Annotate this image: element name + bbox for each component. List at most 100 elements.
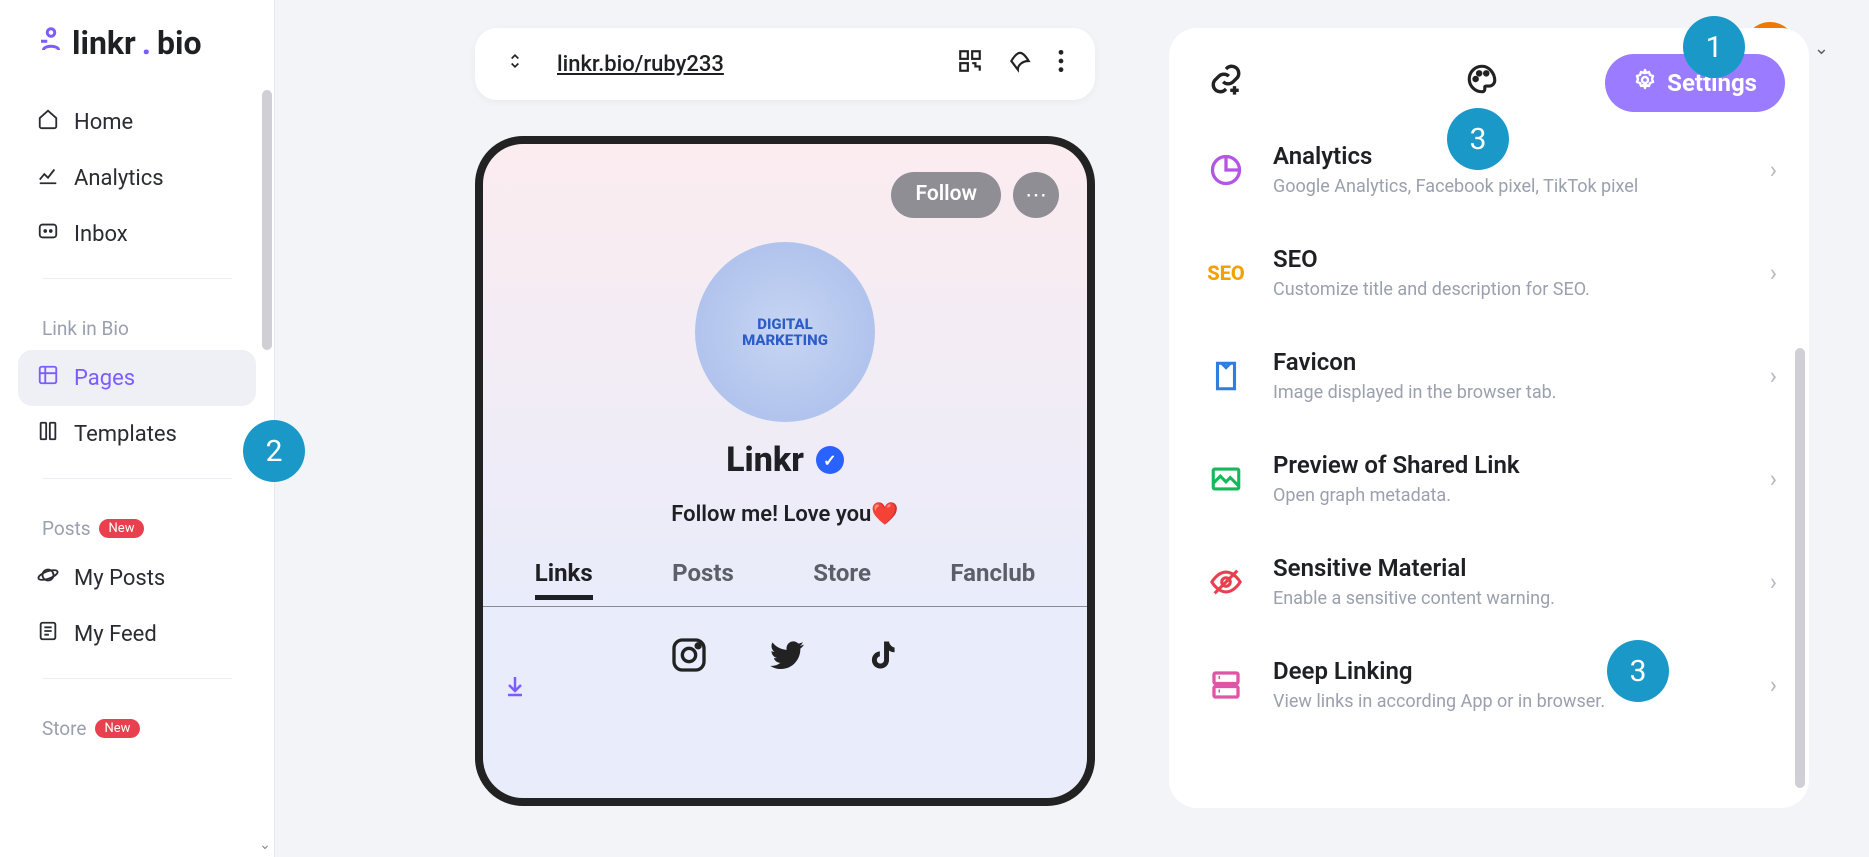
settings-row-sensitive[interactable]: Sensitive Material Enable a sensitive co… xyxy=(1199,530,1783,633)
section-posts: Posts New xyxy=(18,495,256,550)
sidebar-item-my-posts[interactable]: My Posts xyxy=(18,550,256,606)
callout-2: 2 xyxy=(243,420,305,482)
scrollbar[interactable] xyxy=(1793,228,1805,788)
chevron-down-icon[interactable]: ⌄ xyxy=(1814,38,1829,59)
sidebar-item-label: Analytics xyxy=(74,166,164,191)
tab-store[interactable]: Store xyxy=(813,559,871,600)
tiktok-icon[interactable] xyxy=(865,635,901,684)
row-title: Preview of Shared Link xyxy=(1273,451,1744,479)
tab-links[interactable]: Links xyxy=(535,559,593,600)
reorder-icon[interactable] xyxy=(505,49,525,79)
sidebar-item-inbox[interactable]: Inbox xyxy=(18,206,256,262)
sidebar-item-templates[interactable]: Templates xyxy=(18,406,256,462)
chevron-right-icon: › xyxy=(1770,671,1777,699)
verified-icon: ✓ xyxy=(816,446,844,474)
logo-text-pre: linkr xyxy=(72,24,136,62)
chevron-right-icon: › xyxy=(1770,465,1777,493)
more-icon[interactable]: ⋯ xyxy=(1013,172,1059,218)
row-subtitle: View links in according App or in browse… xyxy=(1273,691,1744,712)
divider xyxy=(42,678,232,679)
sidebar-item-label: My Feed xyxy=(74,622,157,647)
logo[interactable]: linkr.bio xyxy=(0,24,274,94)
heart-icon: ❤️ xyxy=(871,502,898,527)
preview-column: linkr.bio/ruby233 Follow ⋯ xyxy=(475,28,1115,829)
sidebar-item-home[interactable]: Home xyxy=(18,94,256,150)
row-title: Sensitive Material xyxy=(1273,554,1744,582)
link-add-icon[interactable] xyxy=(1209,62,1243,104)
profile-name-row: Linkr ✓ xyxy=(483,440,1087,480)
divider xyxy=(42,278,232,279)
sidebar-item-label: Home xyxy=(74,110,133,135)
scrollbar-thumb[interactable] xyxy=(1795,348,1805,788)
logo-text-dot: . xyxy=(142,24,151,62)
sidebar: linkr.bio Home Analytics Inbox xyxy=(0,0,275,857)
settings-row-preview[interactable]: Preview of Shared Link Open graph metada… xyxy=(1199,427,1783,530)
section-label-text: Store xyxy=(42,717,87,740)
palette-icon[interactable] xyxy=(1465,62,1499,104)
row-subtitle: Open graph metadata. xyxy=(1273,485,1744,506)
profile-tagline: Follow me! Love you❤️ xyxy=(483,502,1087,527)
settings-list[interactable]: Analytics Google Analytics, Facebook pix… xyxy=(1199,138,1795,778)
chevron-right-icon: › xyxy=(1770,568,1777,596)
main: R ⌄ linkr.bio/ruby233 xyxy=(275,0,1869,857)
badge-new: New xyxy=(99,519,145,538)
phone-preview: Follow ⋯ DIGITALMARKETING Linkr ✓ Follow… xyxy=(475,136,1095,806)
nav: Home Analytics Inbox Link in Bio xyxy=(0,94,274,857)
seo-icon: SEO xyxy=(1205,252,1247,294)
callout-3b: 3 xyxy=(1607,640,1669,702)
planet-icon xyxy=(36,564,60,592)
qr-icon[interactable] xyxy=(957,48,983,80)
settings-row-deeplinking[interactable]: Deep Linking View links in according App… xyxy=(1199,633,1783,736)
profile-avatar: DIGITALMARKETING xyxy=(695,242,875,422)
page-url[interactable]: linkr.bio/ruby233 xyxy=(557,52,933,77)
row-title: Analytics xyxy=(1273,142,1744,170)
tab-fanclub[interactable]: Fanclub xyxy=(950,559,1035,600)
row-title: Deep Linking xyxy=(1273,657,1744,685)
tab-posts[interactable]: Posts xyxy=(672,559,734,600)
section-link-in-bio: Link in Bio xyxy=(18,295,256,350)
download-icon[interactable] xyxy=(503,673,527,706)
url-bar: linkr.bio/ruby233 xyxy=(475,28,1095,100)
pie-chart-icon xyxy=(1205,149,1247,191)
favicon-icon xyxy=(1205,355,1247,397)
gear-icon xyxy=(1633,68,1657,98)
avatar-illustration-text: DIGITALMARKETING xyxy=(742,316,828,349)
scrollbar-thumb[interactable] xyxy=(262,90,272,350)
twitter-icon[interactable] xyxy=(765,635,809,684)
profile-tabs: Links Posts Store Fanclub xyxy=(483,559,1087,607)
analytics-icon xyxy=(36,164,60,192)
scrollbar-down-icon[interactable]: ⌄ xyxy=(258,837,272,853)
pages-icon xyxy=(36,364,60,392)
templates-icon xyxy=(36,420,60,448)
row-title: SEO xyxy=(1273,245,1744,273)
chevron-right-icon: › xyxy=(1770,362,1777,390)
follow-button[interactable]: Follow xyxy=(891,172,1001,218)
row-subtitle: Enable a sensitive content warning. xyxy=(1273,588,1744,609)
sidebar-item-label: Templates xyxy=(74,422,177,447)
sidebar-item-label: Inbox xyxy=(74,222,128,247)
badge-new: New xyxy=(95,719,141,738)
sidebar-item-label: My Posts xyxy=(74,566,165,591)
sidebar-item-analytics[interactable]: Analytics xyxy=(18,150,256,206)
sidebar-item-pages[interactable]: Pages xyxy=(18,350,256,406)
image-icon xyxy=(1205,458,1247,500)
more-icon[interactable] xyxy=(1057,48,1065,80)
settings-row-seo[interactable]: SEO SEO Customize title and description … xyxy=(1199,221,1783,324)
row-subtitle: Customize title and description for SEO. xyxy=(1273,279,1744,300)
home-icon xyxy=(36,108,60,136)
section-label-text: Posts xyxy=(42,517,91,540)
instagram-icon[interactable] xyxy=(669,635,709,684)
follow-label: Follow xyxy=(915,182,977,206)
sidebar-item-label: Pages xyxy=(74,366,135,391)
inbox-icon xyxy=(36,220,60,248)
settings-row-favicon[interactable]: Favicon Image displayed in the browser t… xyxy=(1199,324,1783,427)
section-store: Store New xyxy=(18,695,256,750)
feed-icon xyxy=(36,620,60,648)
callout-3a: 3 xyxy=(1447,108,1509,170)
chevron-right-icon: › xyxy=(1770,156,1777,184)
divider xyxy=(42,478,232,479)
eye-off-icon xyxy=(1205,561,1247,603)
sidebar-item-my-feed[interactable]: My Feed xyxy=(18,606,256,662)
logo-icon xyxy=(36,25,66,62)
share-icon[interactable] xyxy=(1007,48,1033,80)
